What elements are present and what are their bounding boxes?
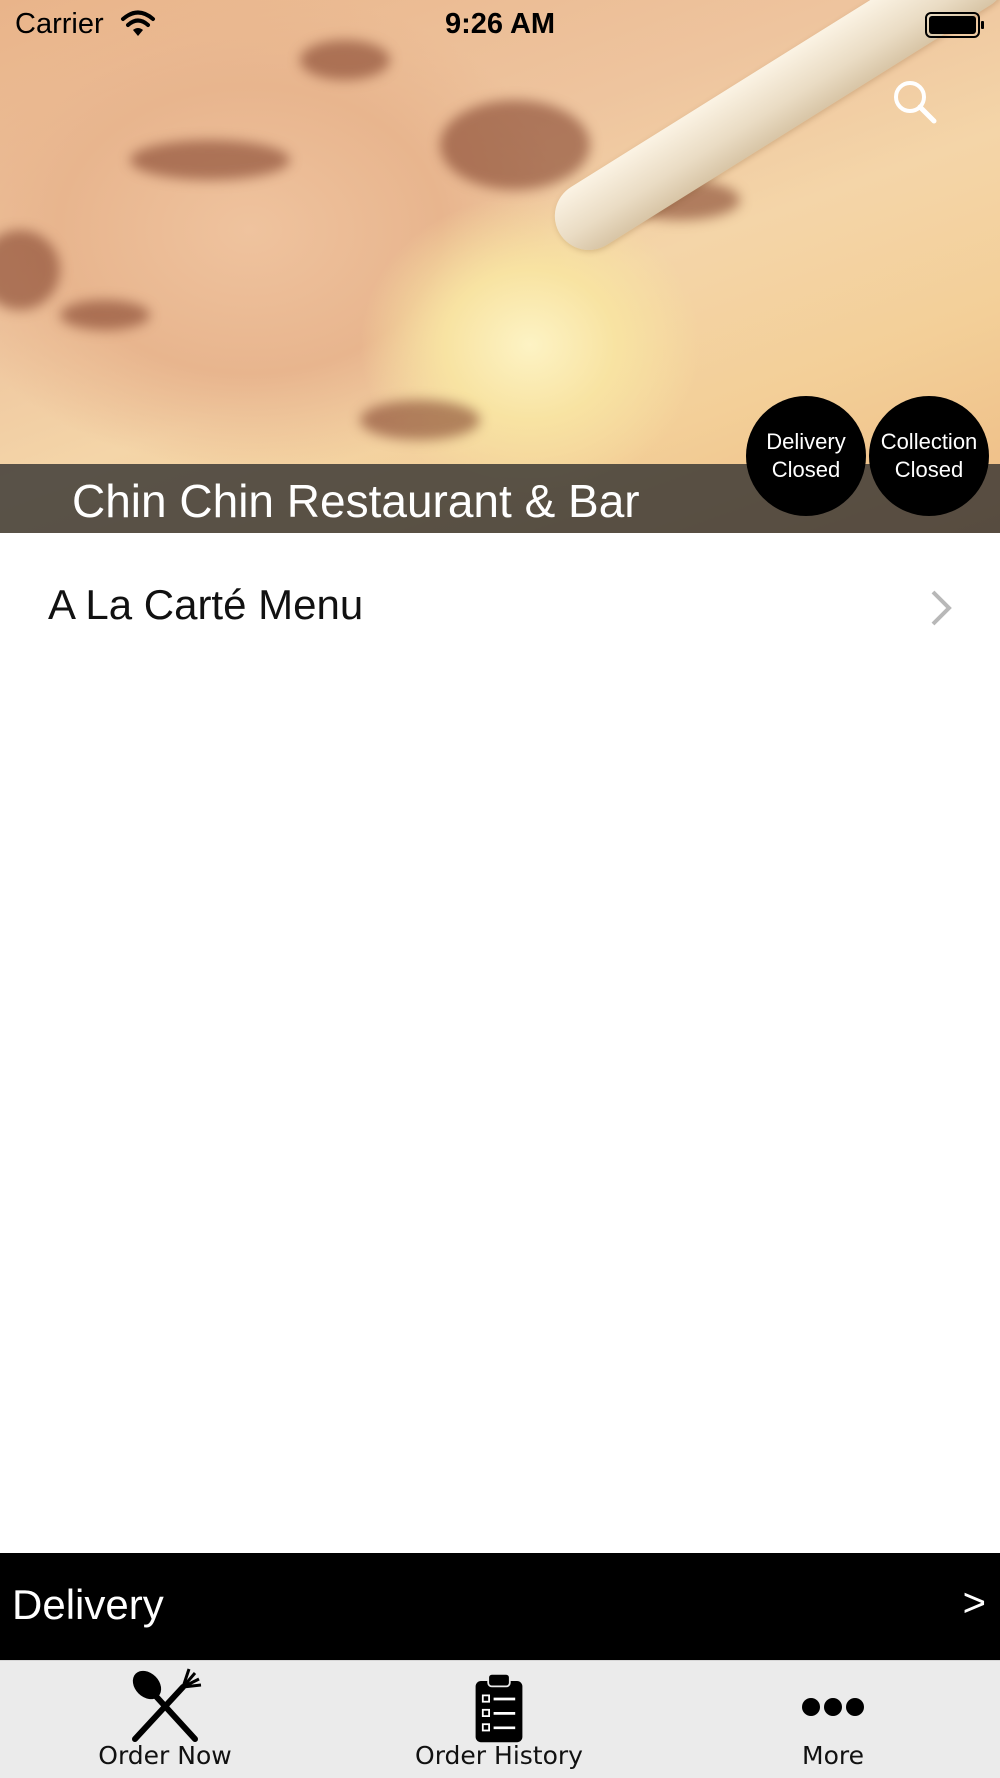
collection-status-badge: Collection Closed xyxy=(869,396,989,516)
tab-label: Order History xyxy=(415,1741,583,1770)
order-type-arrow-icon: > xyxy=(962,1581,986,1625)
collection-status-title: Collection xyxy=(880,429,978,454)
clipboard-icon xyxy=(475,1672,523,1743)
restaurant-name: Chin Chin Restaurant & Bar xyxy=(72,475,640,527)
order-type-bar[interactable]: Delivery > xyxy=(0,1553,1000,1660)
clock-time: 9:26 AM xyxy=(444,8,556,40)
delivery-status-title: Delivery xyxy=(766,429,846,454)
tab-bar: Order Now Order History More xyxy=(0,1660,1000,1778)
chevron-right-icon xyxy=(931,590,952,626)
tab-label: Order Now xyxy=(98,1741,232,1770)
delivery-status-badge: Delivery Closed xyxy=(746,396,866,516)
tab-order-now[interactable]: Order Now xyxy=(15,1661,315,1778)
delivery-status-value: Closed xyxy=(771,457,841,482)
order-type-label: Delivery xyxy=(12,1581,164,1628)
tab-order-history[interactable]: Order History xyxy=(349,1661,649,1778)
tab-label: More xyxy=(802,1741,864,1770)
search-icon[interactable] xyxy=(888,75,944,131)
tab-more[interactable]: More xyxy=(683,1661,983,1778)
battery-icon xyxy=(925,12,984,38)
cutlery-icon xyxy=(132,1668,202,1742)
ellipsis-icon xyxy=(802,1698,864,1716)
status-bar: Carrier 9:26 AM xyxy=(0,0,1000,50)
menu-item-a-la-carte[interactable]: A La Carté Menu xyxy=(0,533,1000,676)
menu-item-label: A La Carté Menu xyxy=(48,581,364,628)
collection-status-value: Closed xyxy=(894,457,964,482)
